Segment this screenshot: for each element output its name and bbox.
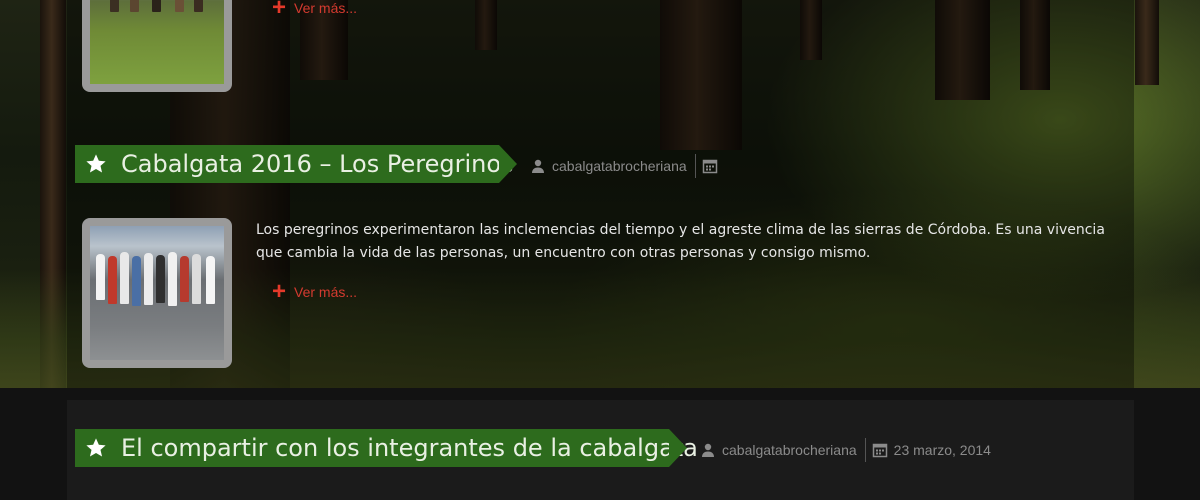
pilgrim <box>168 252 177 306</box>
tree-trunk <box>1135 0 1159 85</box>
post-meta: cabalgatabrocheriana 23 marzo, 2014 <box>700 438 991 462</box>
rider <box>194 0 203 12</box>
pilgrim <box>192 254 201 304</box>
calendar-icon <box>872 442 888 458</box>
pilgrim <box>156 255 165 303</box>
rider <box>130 0 139 12</box>
rider <box>152 0 161 12</box>
post-title[interactable]: El compartir con los integrantes de la c… <box>121 434 698 462</box>
pilgrim <box>206 256 215 304</box>
post-author[interactable]: cabalgatabrocheriana <box>722 442 857 458</box>
post-thumbnail[interactable] <box>82 218 232 368</box>
post-author[interactable]: cabalgatabrocheriana <box>552 158 687 174</box>
plus-icon: + <box>272 278 287 305</box>
star-icon <box>85 153 107 175</box>
meta-divider <box>864 438 866 462</box>
rider <box>175 0 184 12</box>
pilgrim <box>120 252 129 304</box>
pilgrims-photo <box>90 226 224 360</box>
pilgrim <box>108 256 117 304</box>
post-thumbnail[interactable] <box>82 0 232 92</box>
post-title-ribbon[interactable]: Cabalgata 2016 – Los Peregrinos <box>75 145 517 183</box>
read-more-label: Ver más... <box>294 0 358 16</box>
post-title-ribbon[interactable]: El compartir con los integrantes de la c… <box>75 429 698 467</box>
read-more-label: Ver más... <box>294 284 358 300</box>
plus-icon: + <box>272 0 287 21</box>
horses-photo <box>90 0 224 84</box>
calendar-icon <box>702 158 718 174</box>
user-icon <box>700 442 716 458</box>
pilgrim <box>96 254 105 300</box>
post-date[interactable]: 23 marzo, 2014 <box>894 442 991 458</box>
pilgrim <box>132 256 141 306</box>
read-more-link[interactable]: + Ver más... <box>272 0 358 21</box>
meta-divider <box>694 154 696 178</box>
pilgrim <box>144 253 153 305</box>
rider <box>110 0 119 12</box>
user-icon <box>530 158 546 174</box>
read-more-link[interactable]: + Ver más... <box>272 278 358 305</box>
pilgrim <box>180 256 189 302</box>
post-meta: cabalgatabrocheriana <box>530 154 724 178</box>
star-icon <box>85 437 107 459</box>
post-title[interactable]: Cabalgata 2016 – Los Peregrinos <box>121 150 514 178</box>
post-excerpt: Los peregrinos experimentaron las inclem… <box>256 222 1105 261</box>
